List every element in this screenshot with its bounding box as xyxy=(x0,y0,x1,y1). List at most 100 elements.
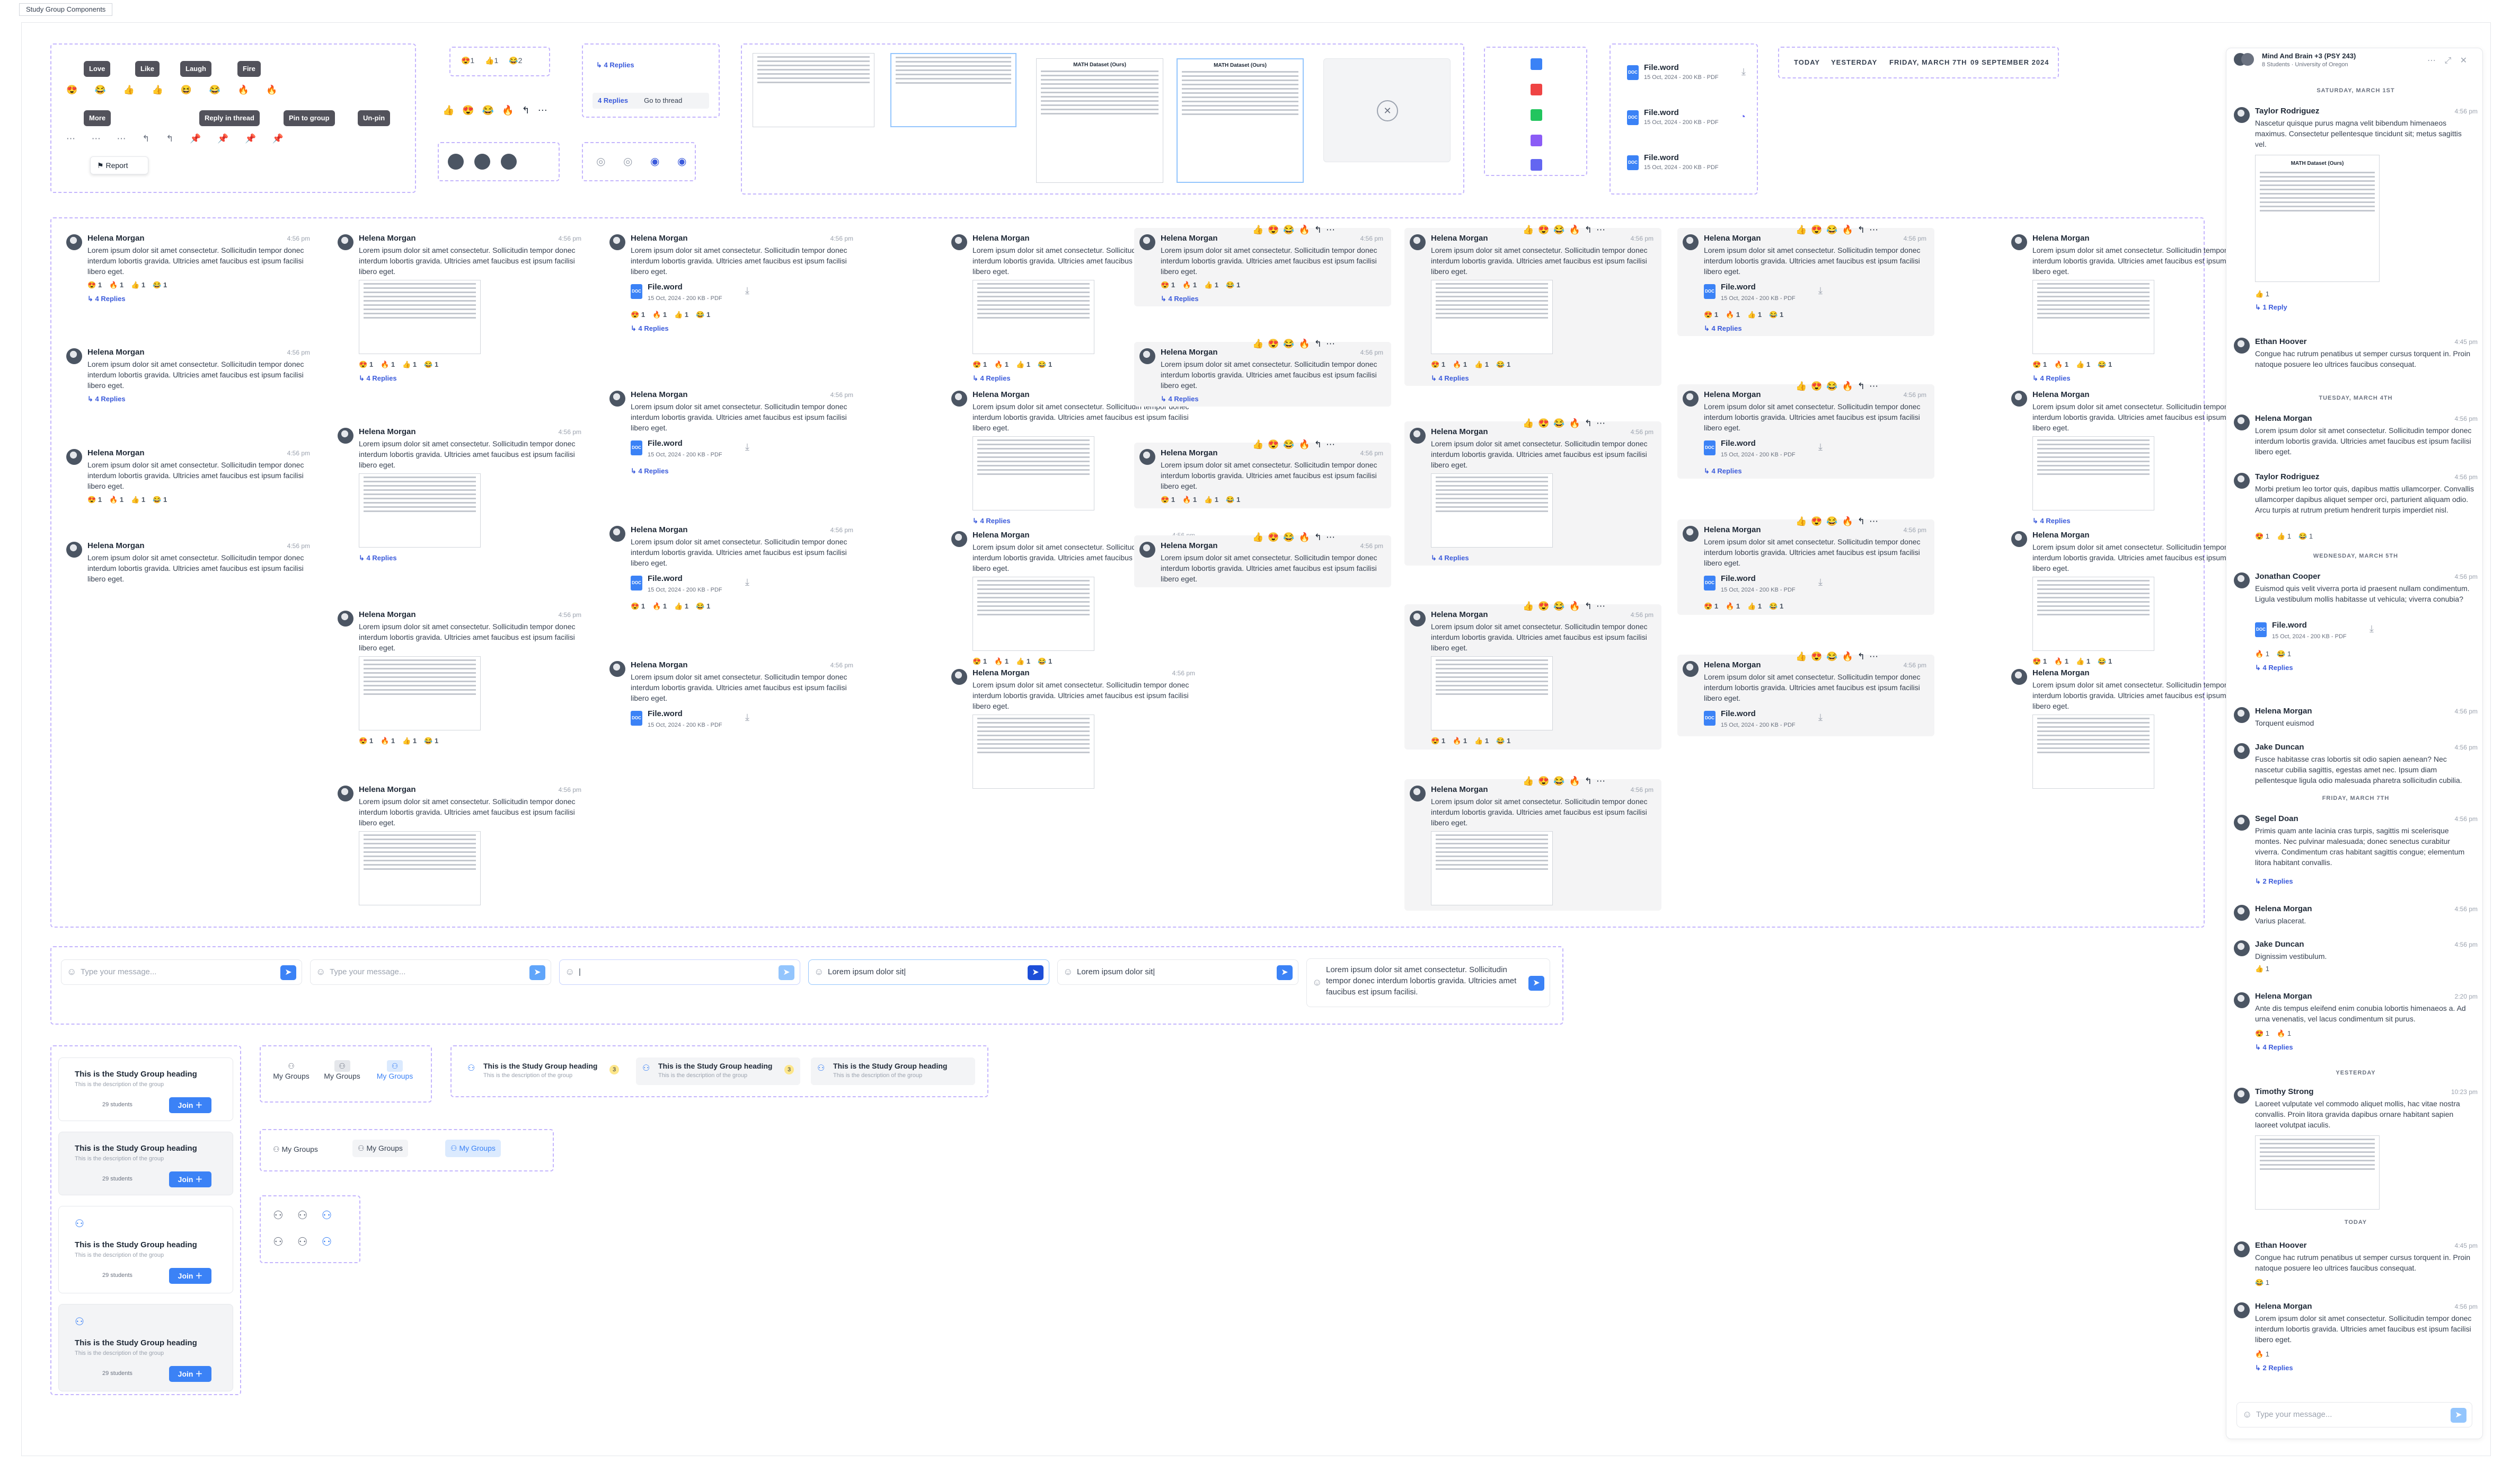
close-icon[interactable]: ✕ xyxy=(1377,100,1398,121)
replies-hover[interactable]: 4 Replies Go to thread xyxy=(593,93,709,109)
pin-icon[interactable]: 📌 xyxy=(245,134,256,144)
send-button[interactable]: ➤ xyxy=(1528,976,1544,991)
image-thumbnail[interactable] xyxy=(1431,831,1553,905)
image-placeholder[interactable]: ✕ xyxy=(1323,58,1451,162)
replies-link[interactable]: ↳ 4 Replies xyxy=(972,516,1011,526)
emoji-icon[interactable]: ☺ xyxy=(814,966,824,977)
math-doc-preview[interactable]: MATH Dataset (Ours) xyxy=(1036,58,1163,183)
join-button[interactable]: Join ＋ xyxy=(169,1171,211,1187)
image-thumbnail[interactable] xyxy=(2032,577,2154,651)
image-thumbnail[interactable] xyxy=(972,715,1094,789)
download-icon[interactable]: ⤓ xyxy=(1741,66,1746,77)
replies-link[interactable]: ↳ 4 Replies xyxy=(2032,373,2071,384)
image-thumbnail[interactable] xyxy=(359,831,481,905)
file-attachment[interactable]: DOC File.word 15 Oct, 2024 - 200 KB - PDF ⤓ xyxy=(631,707,753,731)
message[interactable]: Helena Morgan4:56 pmLorem ipsum dolor si… xyxy=(609,233,853,336)
reaction-bar[interactable]: 😍 1 🔥 1 👍 1 😂 1 xyxy=(1431,359,1518,370)
tab-my-groups-h-hover[interactable]: ⚇ My Groups xyxy=(352,1140,408,1157)
reaction-bar[interactable]: 😍 1 🔥 1 👍 1 😂 1 xyxy=(359,736,446,746)
reaction-bar[interactable]: 😍 1 🔥 1 👍 1 😂 1 xyxy=(1704,310,1791,320)
group-card[interactable]: ⚇ This is the Study Group heading This is … xyxy=(58,1304,233,1391)
replies-link[interactable]: ↳ 4 Replies xyxy=(1161,294,1199,304)
tab-my-groups-hover[interactable]: ⚇ My Groups xyxy=(322,1060,362,1080)
image-thumbnail[interactable] xyxy=(359,656,481,730)
download-icon[interactable]: ⤓ xyxy=(745,285,749,296)
download-icon[interactable]: ⤓ xyxy=(745,577,749,587)
replies-link[interactable]: ↳ 4 Replies xyxy=(359,553,397,563)
image-thumbnail[interactable] xyxy=(2255,1135,2380,1210)
math-doc-preview[interactable]: MATH Dataset (Ours) xyxy=(2255,155,2380,282)
replies-link[interactable]: ↳ 4 Replies xyxy=(631,323,669,334)
image-thumbnail[interactable] xyxy=(972,436,1094,510)
message[interactable]: Helena Morgan4:56 pmLorem ipsum dolor si… xyxy=(338,427,581,566)
more-icon[interactable]: ⋯ xyxy=(117,134,126,144)
reply-in-thread-button[interactable]: Reply in thread xyxy=(199,110,260,126)
reaction-bar[interactable]: 😍 1 🔥 1 👍 1 😂 1 xyxy=(2032,656,2119,667)
reaction-counter-row[interactable]: 😍1 👍1 😂2 xyxy=(461,56,522,65)
image-thumbnail[interactable] xyxy=(972,577,1094,651)
replies-link[interactable]: ↳ 4 Replies xyxy=(972,373,1011,384)
message[interactable]: Helena Morgan4:56 pmLorem ipsum dolor si… xyxy=(1410,785,1654,911)
message[interactable]: Helena Morgan4:56 pmLorem ipsum dolor si… xyxy=(1683,390,1926,479)
reaction-bar[interactable]: 😍 1 🔥 1 👍 1 😂 1 xyxy=(359,359,446,370)
group-heading-row[interactable]: ⚇ This is the Study Group heading This is … xyxy=(636,1057,800,1085)
message[interactable]: Helena Morgan4:56 pmLorem ipsum dolor si… xyxy=(338,233,581,386)
replies-link[interactable]: ↳ 4 Replies xyxy=(1704,466,1742,477)
message[interactable]: Helena Morgan4:56 pmLorem ipsum dolor si… xyxy=(2011,233,2255,386)
emoji-icon[interactable]: ☺ xyxy=(565,966,574,977)
laugh-button[interactable]: Laugh xyxy=(180,61,211,77)
laugh-icon[interactable]: 😆 xyxy=(181,85,192,94)
file-attachment[interactable]: DOC File.word 15 Oct, 2024 - 200 KB - PDF ⤓ xyxy=(1704,571,1826,596)
reaction-bar[interactable]: 😍 1 🔥 1 👍 1 😂 1 xyxy=(631,601,718,612)
image-thumbnail[interactable] xyxy=(1431,280,1553,354)
message[interactable]: Helena Morgan4:56 pmLorem ipsum dolor si… xyxy=(1139,448,1383,508)
message-input-hover[interactable]: ☺ Type your message... ➤ xyxy=(310,959,551,985)
fire-icon[interactable]: 🔥 xyxy=(266,85,277,94)
tab-my-groups-h[interactable]: ⚇ My Groups xyxy=(273,1145,318,1154)
group-icon-row[interactable]: ⚇ ⚇ ⚇ xyxy=(273,1209,332,1222)
file-attachment[interactable]: DOC File.word 15 Oct, 2024 - 200 KB - PDF ⤓ xyxy=(1627,61,1749,85)
message[interactable]: Helena Morgan4:56 pmLorem ipsum dolor si… xyxy=(951,668,1195,794)
fire-button[interactable]: Fire xyxy=(237,61,261,77)
message[interactable]: Helena Morgan4:56 pmLorem ipsum dolor si… xyxy=(1683,233,1926,336)
file-attachment[interactable]: DOC File.word 15 Oct, 2024 - 200 KB - PDF ⤓ xyxy=(631,280,753,304)
replies-link[interactable]: ↳ 4 Replies xyxy=(87,294,126,304)
message-input[interactable]: ☺ Type your message... ➤ xyxy=(61,959,302,985)
file-attachment[interactable]: DOC File.word 15 Oct, 2024 - 200 KB - PDF ⤓ xyxy=(1704,707,1826,731)
message[interactable]: Helena Morgan4:56 pmLorem ipsum dolor si… xyxy=(66,233,310,306)
page-tab[interactable]: Study Group Components xyxy=(19,3,113,16)
download-icon[interactable]: ⤓ xyxy=(1818,285,1823,296)
replies-link[interactable]: ↳ 4 Replies xyxy=(1431,373,1469,384)
file-attachment[interactable]: DOC File.word 15 Oct, 2024 - 200 KB - PDF ⤓ xyxy=(631,571,753,596)
message-input-focused[interactable]: ☺ | ➤ xyxy=(559,959,800,985)
reaction-bar[interactable]: 😍 1 🔥 1 👍 1 😂 1 xyxy=(1431,736,1518,746)
replies-link[interactable]: ↳ 4 Replies xyxy=(1704,323,1742,334)
fire-icon[interactable]: 🔥 xyxy=(237,85,249,94)
message[interactable]: Helena Morgan4:56 pmLorem ipsum dolor si… xyxy=(2011,530,2255,670)
download-icon[interactable]: ⤓ xyxy=(745,712,749,722)
math-doc-preview-selected[interactable]: MATH Dataset (Ours) xyxy=(1177,58,1304,183)
send-button[interactable]: ➤ xyxy=(280,965,296,980)
image-thumbnail-selected[interactable] xyxy=(890,53,1016,127)
love-button[interactable]: Love xyxy=(84,61,111,77)
send-button[interactable]: ➤ xyxy=(1277,965,1293,980)
message[interactable]: Helena Morgan4:56 pmLorem ipsum dolor si… xyxy=(1139,347,1383,407)
replies-link[interactable]: ↳ 4 Replies xyxy=(2032,516,2071,526)
replies-link[interactable]: ↳ 4 Replies xyxy=(87,394,126,404)
message[interactable]: Helena Morgan4:56 pmLorem ipsum dolor si… xyxy=(609,390,853,479)
message-input-filled[interactable]: ☺ Lorem ipsum dolor sit| ➤ xyxy=(1057,959,1298,985)
message[interactable]: Helena Morgan4:56 pmLorem ipsum dolor si… xyxy=(1139,233,1383,306)
send-button[interactable]: ➤ xyxy=(1028,965,1044,980)
file-attachment[interactable]: DOC File.word 15 Oct, 2024 - 200 KB - PDF ⤓ xyxy=(631,436,753,461)
pin-icon[interactable]: 📌 xyxy=(190,134,201,144)
emoji-icon[interactable]: ☺ xyxy=(1312,977,1322,988)
love-icon[interactable]: 😍 xyxy=(66,85,77,94)
tab-my-groups-h-active[interactable]: ⚇ My Groups xyxy=(445,1140,501,1157)
join-button[interactable]: Join ＋ xyxy=(169,1097,211,1113)
reaction-bar[interactable]: 😍 1 🔥 1 👍 1 😂 1 xyxy=(631,310,718,320)
image-thumbnail[interactable] xyxy=(972,280,1094,354)
message[interactable]: Helena Morgan4:56 pmLorem ipsum dolor si… xyxy=(66,347,310,407)
reaction-picker[interactable]: 👍 😍 😂 🔥 ↰ ⋯ xyxy=(443,105,547,116)
unpin-button[interactable]: Un-pin xyxy=(358,110,391,126)
join-button[interactable]: Join ＋ xyxy=(169,1366,211,1382)
